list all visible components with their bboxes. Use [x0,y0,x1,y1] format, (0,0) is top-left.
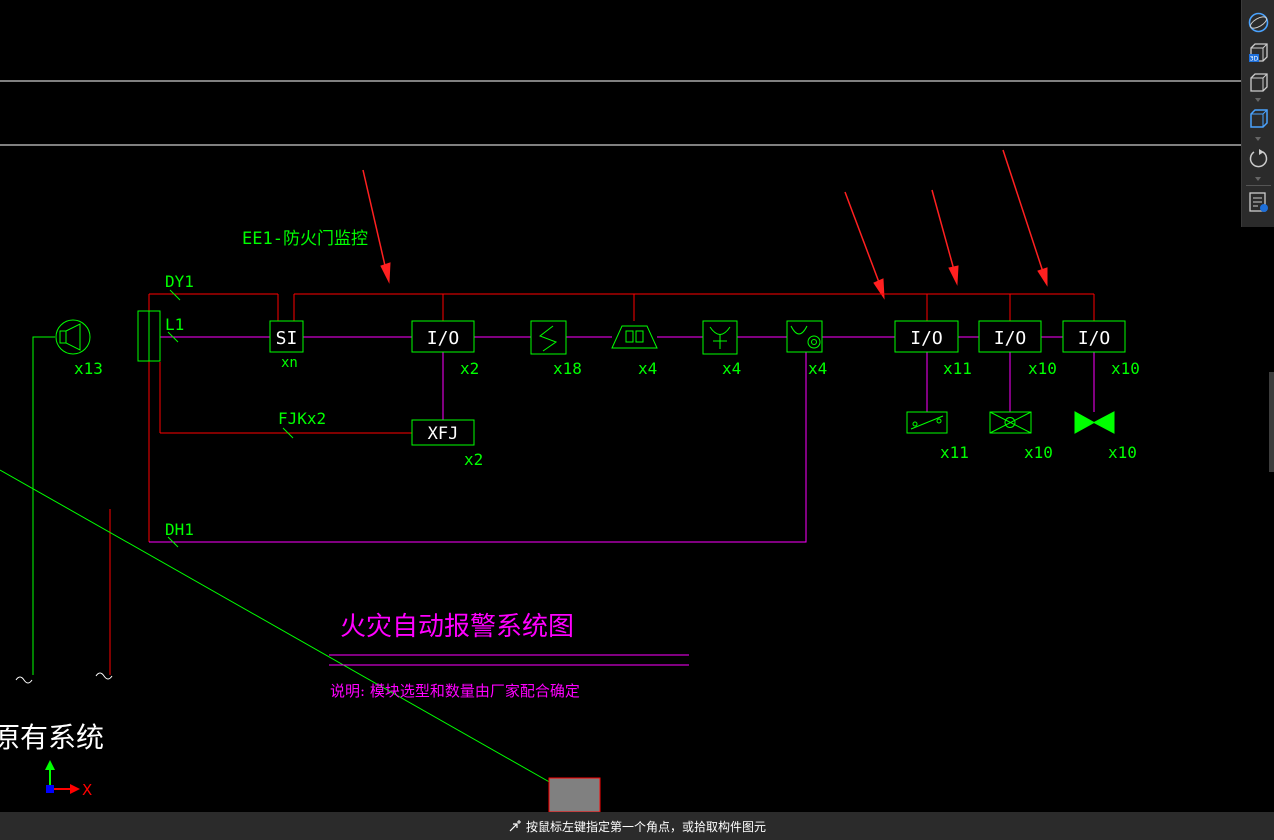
hydrant-button-icon[interactable] [702,320,738,355]
pick-cursor-icon [509,820,521,832]
rotate-icon[interactable] [1246,146,1271,171]
speaker-icon[interactable] [55,319,91,355]
io-module-2-count: x11 [943,359,972,378]
smoke-detector-count: x18 [553,359,582,378]
damper-icon-2[interactable] [989,411,1032,434]
io-module-4-label: I/O [1078,328,1111,349]
view-3d-icon[interactable]: 3D [1246,40,1271,65]
speaker-wiring [0,336,554,785]
io-module-1-label: I/O [427,328,460,349]
view-cube-blue-icon[interactable] [1246,106,1271,131]
toolbar-separator [1246,185,1271,186]
dh1-label: DH1 [165,520,194,539]
ucs-axis-icon [45,760,80,794]
l1-label: L1 [165,315,184,334]
si-module-label: SI [276,328,298,349]
alarm-bell-icon[interactable] [611,325,658,349]
io-module-4-count: x10 [1111,359,1140,378]
view-toolbar: 3D [1241,0,1274,227]
xfj-count: x2 [464,450,483,469]
axis-x-label: X [82,781,92,799]
drawing-title: 火灾自动报警系统图 [340,612,574,642]
annotation-arrows [362,149,1048,300]
dy1-power-bus [109,293,1095,675]
status-bar: 按鼠标左键指定第一个角点，或拾取构件图元 [0,812,1274,840]
svg-text:3D: 3D [1250,56,1259,63]
selected-block[interactable] [548,777,601,812]
dy1-tick [169,289,181,301]
io-module-2-label: I/O [910,328,943,349]
orbit-icon[interactable] [1246,10,1271,35]
io-module-1-count: x2 [460,359,479,378]
break-symbols [15,672,113,684]
speaker-count: x13 [74,359,103,378]
io-module-3-label: I/O [994,328,1027,349]
drawing-subtitle: EE1-防火门监控 [242,229,368,249]
dropdown-arrow-icon[interactable] [1255,177,1261,181]
valve-3-count: x10 [1108,443,1137,462]
damper-2-count: x10 [1024,443,1053,462]
properties-icon[interactable] [1246,190,1271,215]
io-module-3-count: x10 [1028,359,1057,378]
si-count: xn [281,355,298,371]
existing-system-label: 原有系统 [0,721,104,754]
damper-icon-1[interactable] [906,411,948,434]
dy1-label: DY1 [165,272,194,291]
side-panel-handle[interactable] [1269,372,1274,472]
fjk-label: FJKx2 [278,409,326,428]
xfj-module-label: XFJ [428,424,459,444]
hydrant-count: x4 [722,359,741,378]
drawing-note: 说明: 模块选型和数量由厂家配合确定 [330,682,580,700]
dropdown-arrow-icon[interactable] [1255,137,1261,141]
manual-alarm-icon[interactable] [786,320,823,353]
command-prompt: 按鼠标左键指定第一个角点，或拾取构件图元 [525,819,766,834]
cad-drawing-canvas[interactable]: EE1-防火门监控 DY1 L1 DH1 FJKx2 x13 SI xn I/O… [0,0,1274,812]
alarm-bell-count: x4 [638,359,657,378]
dropdown-arrow-icon[interactable] [1255,98,1261,102]
view-cube-icon[interactable] [1246,70,1271,95]
damper-1-count: x11 [940,443,969,462]
valve-icon-3[interactable] [1074,411,1115,434]
manual-alarm-count: x4 [808,359,827,378]
smoke-detector-icon[interactable] [530,320,567,355]
